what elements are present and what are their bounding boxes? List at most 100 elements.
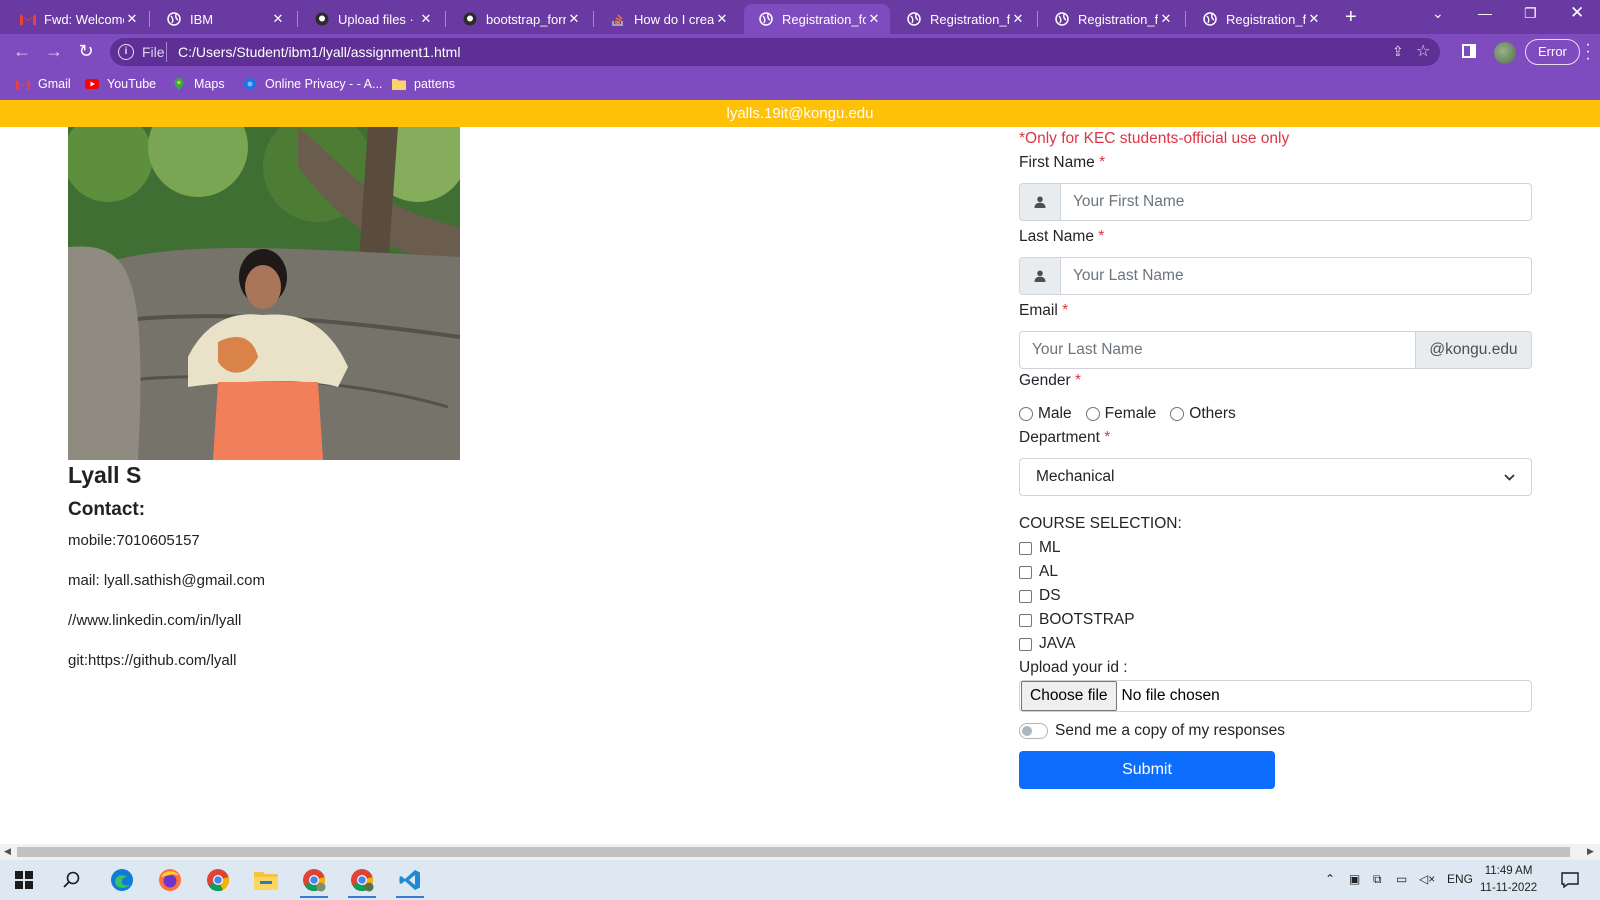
course-checkbox-ml[interactable]: [1019, 541, 1032, 555]
bookmark-pattens[interactable]: pattens: [392, 77, 455, 91]
bookmark-label: pattens: [414, 77, 456, 91]
minimize-icon[interactable]: —: [1478, 5, 1492, 21]
last-name-input[interactable]: [1061, 257, 1532, 295]
browser-tab[interactable]: Fwd: Welcome ✕: [6, 4, 148, 34]
close-tab-icon[interactable]: ✕: [714, 11, 730, 27]
volume-muted-icon[interactable]: ◁×: [1419, 872, 1435, 886]
profile-name: Lyall S: [68, 462, 142, 488]
department-label: Department *: [1019, 429, 1110, 447]
department-select[interactable]: Mechanical: [1019, 458, 1532, 496]
clock-time: 11:49 AM: [1484, 865, 1533, 877]
course-checkbox-bootstrap[interactable]: [1019, 613, 1032, 627]
bookmark-online-privacy[interactable]: Online Privacy - - A...: [243, 77, 382, 91]
share-icon[interactable]: ⇪: [1392, 43, 1404, 60]
bookmark-maps[interactable]: Maps: [172, 77, 225, 91]
bookmark-star-icon[interactable]: ☆: [1416, 41, 1430, 61]
language-indicator[interactable]: ENG: [1447, 872, 1473, 886]
contact-mail: mail: lyall.sathish@gmail.com: [68, 572, 265, 589]
close-tab-icon[interactable]: ✕: [124, 11, 140, 27]
notification-area-icon[interactable]: ⧉: [1373, 872, 1382, 887]
course-checkbox-java[interactable]: [1019, 637, 1032, 651]
close-window-icon[interactable]: ✕: [1570, 3, 1584, 23]
course-checkbox-ds[interactable]: [1019, 589, 1032, 603]
browser-tab[interactable]: IBM ✕: [152, 4, 294, 34]
browser-tab[interactable]: Registration_for ✕: [1188, 4, 1330, 34]
side-panel-icon[interactable]: [1462, 44, 1476, 58]
tab-divider: [1185, 11, 1186, 27]
email-domain-suffix: @kongu.edu: [1416, 331, 1532, 369]
gender-radio-female[interactable]: [1085, 407, 1100, 421]
browser-tab-active[interactable]: Registration_for ✕: [744, 4, 890, 34]
close-tab-icon[interactable]: ✕: [866, 11, 882, 27]
submit-button[interactable]: Submit: [1019, 751, 1275, 789]
action-center-icon[interactable]: [1550, 864, 1590, 896]
last-name-label: Last Name *: [1019, 228, 1104, 246]
new-tab-icon[interactable]: +: [1345, 6, 1357, 29]
tab-strip: Fwd: Welcome ✕ IBM ✕ Upload files · IB ✕…: [0, 0, 1600, 34]
close-tab-icon[interactable]: ✕: [270, 11, 286, 27]
scroll-left-icon[interactable]: ◀: [4, 846, 11, 857]
course-option: BOOTSTRAP: [1019, 611, 1135, 629]
scroll-right-icon[interactable]: ▶: [1587, 846, 1594, 857]
vscode-icon[interactable]: [390, 864, 430, 898]
close-tab-icon[interactable]: ✕: [1306, 11, 1322, 27]
profile-photo: [68, 127, 460, 460]
info-icon[interactable]: i: [118, 44, 134, 60]
course-option: DS: [1019, 587, 1061, 605]
address-url[interactable]: C:/Users/Student/ibm1/lyall/assignment1.…: [178, 44, 460, 60]
close-tab-icon[interactable]: ✕: [1158, 11, 1174, 27]
horizontal-scrollbar[interactable]: ◀ ▶: [0, 844, 1600, 860]
chrome-icon[interactable]: [198, 864, 238, 896]
course-checkbox-al[interactable]: [1019, 565, 1032, 579]
copy-response-row: Send me a copy of my responses: [1019, 722, 1285, 740]
firefox-icon[interactable]: [150, 864, 190, 896]
chrome-profile-icon[interactable]: [342, 864, 382, 898]
forward-icon[interactable]: →: [42, 41, 66, 62]
tab-title: bootstrap_form: [486, 11, 566, 27]
chrome-profile-icon[interactable]: [294, 864, 334, 898]
file-explorer-icon[interactable]: [246, 864, 286, 896]
file-upload-input[interactable]: Choose file No file chosen: [1019, 680, 1532, 712]
toggle-knob: [1022, 726, 1032, 736]
scrollbar-thumb[interactable]: [17, 847, 1570, 857]
windows-start-icon[interactable]: [4, 864, 44, 896]
bookmark-youtube[interactable]: YouTube: [85, 77, 156, 91]
address-bar[interactable]: i File C:/Users/Student/ibm1/lyall/assig…: [110, 38, 1440, 66]
close-tab-icon[interactable]: ✕: [1010, 11, 1026, 27]
gender-radio-male[interactable]: [1019, 407, 1033, 421]
back-icon[interactable]: ←: [10, 41, 34, 62]
system-clock[interactable]: 11:49 AM 11-11-2022: [1480, 863, 1537, 897]
restore-icon[interactable]: ❐: [1524, 5, 1537, 22]
close-tab-icon[interactable]: ✕: [566, 11, 582, 27]
browser-tab[interactable]: Upload files · IB ✕: [300, 4, 442, 34]
meet-now-icon[interactable]: ▣: [1349, 872, 1360, 886]
network-icon[interactable]: ▭: [1396, 872, 1407, 886]
profile-error-chip[interactable]: Error: [1525, 39, 1580, 65]
search-icon[interactable]: [52, 864, 92, 896]
first-name-input[interactable]: [1061, 183, 1532, 221]
edge-icon[interactable]: [102, 864, 142, 896]
email-input[interactable]: [1019, 331, 1416, 369]
browser-tab[interactable]: Registration_for ✕: [892, 4, 1034, 34]
tab-search-icon[interactable]: ⌄: [1432, 5, 1444, 22]
browser-tab[interactable]: Registration_for ✕: [1040, 4, 1182, 34]
tray-overflow-icon[interactable]: ⌃: [1325, 872, 1335, 886]
contact-github: git:https://github.com/lyall: [68, 652, 237, 669]
course-option: AL: [1019, 563, 1058, 581]
reload-icon[interactable]: ↻: [74, 41, 98, 62]
tab-divider: [445, 11, 446, 27]
course-option: ML: [1019, 539, 1061, 557]
copy-response-toggle[interactable]: [1019, 723, 1048, 739]
browser-tab[interactable]: How do I create ✕: [596, 4, 738, 34]
gender-radio-others[interactable]: [1170, 407, 1185, 421]
profile-avatar[interactable]: [1494, 42, 1516, 64]
copy-response-label: Send me a copy of my responses: [1055, 722, 1286, 739]
maps-icon: [172, 77, 186, 91]
address-divider: [166, 42, 167, 62]
choose-file-button[interactable]: Choose file: [1021, 681, 1117, 711]
menu-icon[interactable]: · · ·: [1583, 37, 1593, 67]
browser-tab[interactable]: bootstrap_form ✕: [448, 4, 590, 34]
file-status: No file chosen: [1121, 687, 1220, 704]
bookmark-gmail[interactable]: Gmail: [16, 77, 71, 91]
close-tab-icon[interactable]: ✕: [418, 11, 434, 27]
